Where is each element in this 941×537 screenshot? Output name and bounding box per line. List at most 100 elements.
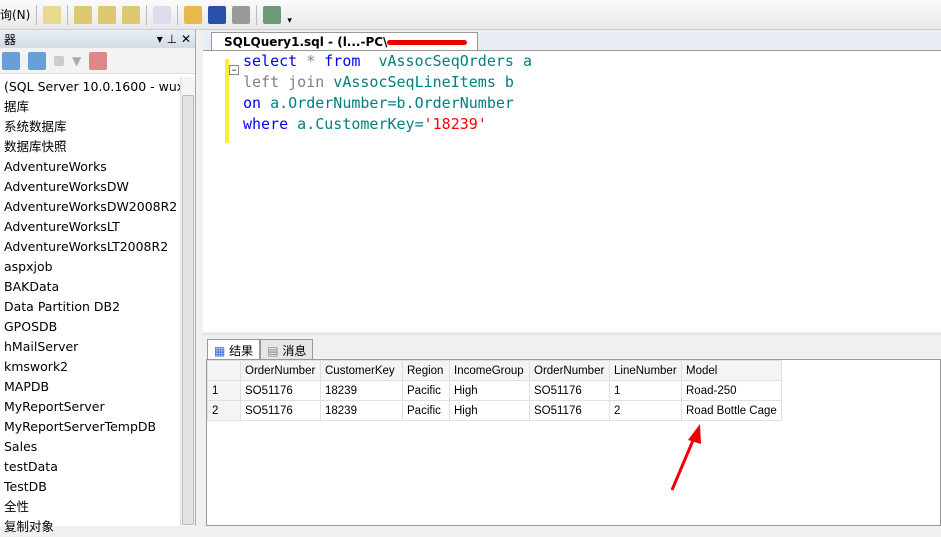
- overflow-chevron-icon[interactable]: ▾: [287, 16, 292, 26]
- collapse-icon[interactable]: −: [229, 65, 239, 75]
- cell[interactable]: SO51176: [529, 380, 610, 401]
- cell[interactable]: Pacific: [402, 380, 450, 401]
- separator: [67, 4, 69, 25]
- disconnect-icon[interactable]: [28, 51, 46, 70]
- header-row: OrderNumber CustomerKey Region IncomeGro…: [207, 360, 782, 381]
- cell[interactable]: 18239: [320, 400, 403, 421]
- tree-item[interactable]: TestDB: [0, 477, 180, 497]
- close-icon[interactable]: ✕: [181, 32, 191, 46]
- separator: [256, 4, 258, 25]
- cell[interactable]: 2: [609, 400, 682, 421]
- redaction-scribble: [387, 40, 468, 45]
- corner-cell[interactable]: [207, 360, 241, 381]
- tree-item[interactable]: 数据库快照: [0, 137, 180, 157]
- tab-label: 消息: [282, 344, 307, 358]
- tree-item[interactable]: hMailServer: [0, 337, 180, 357]
- tree-item[interactable]: AdventureWorksDW: [0, 177, 180, 197]
- tree-item[interactable]: Data Partition DB2: [0, 297, 180, 317]
- tree-item[interactable]: 复制对象: [0, 517, 180, 537]
- refresh-icon[interactable]: [89, 51, 108, 70]
- cell[interactable]: High: [449, 380, 530, 401]
- code-line: where a.CustomerKey='18239': [243, 115, 487, 133]
- explorer-title: 器: [4, 32, 17, 47]
- server-node[interactable]: (SQL Server 10.0.1600 - wuxue: [0, 77, 180, 97]
- tab-messages[interactable]: ▤ 消息: [260, 339, 314, 359]
- dropdown-icon[interactable]: ▾: [157, 32, 163, 46]
- sql-editor[interactable]: − select * from vAssocSeqOrders a left j…: [203, 50, 941, 351]
- activity-monitor-icon[interactable]: [263, 5, 282, 24]
- cell[interactable]: Pacific: [402, 400, 450, 421]
- tab-sqlquery1[interactable]: SQLQuery1.sql - (l...-PC\: [211, 32, 479, 52]
- tree-item[interactable]: testData: [0, 457, 180, 477]
- pin-icon[interactable]: ⊥: [167, 32, 177, 46]
- column-header[interactable]: OrderNumber: [240, 360, 321, 381]
- tree-item[interactable]: AdventureWorksLT: [0, 217, 180, 237]
- table-row[interactable]: 2 SO51176 18239 Pacific High SO51176 2 R…: [207, 400, 782, 421]
- tree-item[interactable]: AdventureWorks: [0, 157, 180, 177]
- code-line: on a.OrderNumber=b.OrderNumber: [243, 94, 514, 112]
- cell[interactable]: 18239: [320, 380, 403, 401]
- code-line: left join vAssocSeqLineItems b: [243, 73, 514, 91]
- tree-item[interactable]: Sales: [0, 437, 180, 457]
- tree-item[interactable]: AdventureWorksLT2008R2: [0, 237, 180, 257]
- explorer-scrollbar[interactable]: [180, 77, 195, 526]
- grid-icon: ▦: [214, 344, 226, 358]
- annotation-arrow-icon: [670, 424, 701, 491]
- query-editor-pane: SQLQuery1.sql - (l...-PC\ − select * fro…: [203, 30, 941, 526]
- cell[interactable]: Road Bottle Cage: [681, 400, 782, 421]
- explorer-header: 器 ▾ ⊥ ✕: [0, 30, 195, 48]
- separator: [36, 4, 38, 25]
- tree-item[interactable]: MyReportServer: [0, 397, 180, 417]
- explorer-toolbar: ▼: [0, 48, 195, 74]
- column-header[interactable]: LineNumber: [609, 360, 682, 381]
- column-header[interactable]: Model: [681, 360, 782, 381]
- tree-item[interactable]: GPOSDB: [0, 317, 180, 337]
- separator: [177, 4, 179, 25]
- row-number[interactable]: 1: [207, 380, 241, 401]
- tree-item[interactable]: BAKData: [0, 277, 180, 297]
- column-header[interactable]: IncomeGroup: [449, 360, 530, 381]
- table-row[interactable]: 1 SO51176 18239 Pacific High SO51176 1 R…: [207, 380, 782, 401]
- xmla-query-icon[interactable]: [122, 5, 141, 24]
- column-header[interactable]: OrderNumber: [529, 360, 610, 381]
- tree-item[interactable]: MyReportServerTempDB: [0, 417, 180, 437]
- query-menu[interactable]: 询(N): [0, 6, 30, 23]
- open-icon[interactable]: [184, 5, 203, 24]
- tree-item[interactable]: MAPDB: [0, 377, 180, 397]
- tree-item[interactable]: 全性: [0, 497, 180, 517]
- code-line: select * from vAssocSeqOrders a: [243, 52, 532, 70]
- save-icon[interactable]: [208, 5, 227, 24]
- cell[interactable]: SO51176: [240, 400, 321, 421]
- cell[interactable]: High: [449, 400, 530, 421]
- cell[interactable]: 1: [609, 380, 682, 401]
- mdx-query-icon[interactable]: [74, 5, 93, 24]
- filter-icon[interactable]: ▼: [72, 54, 81, 68]
- new-file-icon[interactable]: [153, 5, 172, 24]
- cell[interactable]: SO51176: [240, 380, 321, 401]
- tree-item[interactable]: 系统数据库: [0, 117, 180, 137]
- row-number[interactable]: 2: [207, 400, 241, 421]
- tree-item[interactable]: kmswork2: [0, 357, 180, 377]
- object-explorer: 器 ▾ ⊥ ✕ ▼ (SQL Server 10.0.1600 - wuxue …: [0, 30, 196, 534]
- tree-item[interactable]: AdventureWorksDW2008R2: [0, 197, 180, 217]
- connect-icon[interactable]: [2, 51, 20, 70]
- tab-label: 结果: [229, 344, 254, 358]
- cell[interactable]: Road-250: [681, 380, 782, 401]
- results-grid: OrderNumber CustomerKey Region IncomeGro…: [206, 359, 941, 526]
- explorer-tree: (SQL Server 10.0.1600 - wuxue 据库 系统数据库 数…: [0, 77, 180, 537]
- column-header[interactable]: Region: [402, 360, 450, 381]
- tab-results[interactable]: ▦ 结果: [207, 339, 261, 359]
- toolbar: 询(N) ▾: [0, 0, 941, 30]
- scroll-thumb[interactable]: [182, 95, 194, 525]
- column-header[interactable]: CustomerKey: [320, 360, 403, 381]
- print-icon[interactable]: [232, 5, 251, 24]
- tree-item[interactable]: 据库: [0, 97, 180, 117]
- stop-icon[interactable]: [54, 55, 64, 66]
- message-icon: ▤: [267, 344, 279, 358]
- tab-label: SQLQuery1.sql - (l...-PC\: [224, 35, 388, 49]
- separator: [146, 4, 148, 25]
- cell[interactable]: SO51176: [529, 400, 610, 421]
- tree-item[interactable]: aspxjob: [0, 257, 180, 277]
- dmx-query-icon[interactable]: [98, 5, 117, 24]
- new-query-icon[interactable]: [43, 5, 62, 24]
